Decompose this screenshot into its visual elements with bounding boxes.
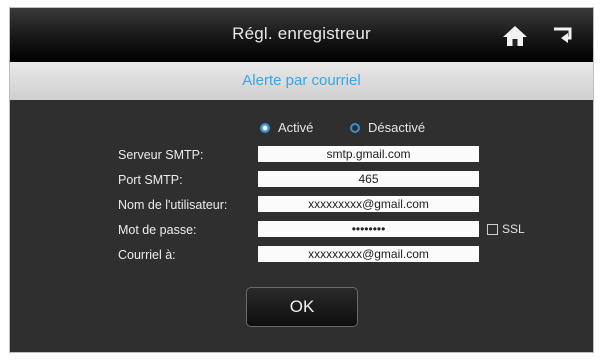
ssl-checkbox[interactable]: SSL [487, 222, 525, 236]
home-button[interactable] [500, 23, 530, 49]
username-input[interactable]: xxxxxxxxx@gmail.com [258, 196, 479, 212]
return-icon [554, 27, 572, 43]
smtp-server-label: Serveur SMTP: [118, 148, 204, 162]
radio-disabled[interactable]: Désactivé [350, 120, 425, 135]
smtp-server-input[interactable]: smtp.gmail.com [258, 146, 479, 162]
email-to-label: Courriel à: [118, 248, 176, 262]
radio-disabled-label: Désactivé [368, 120, 426, 135]
radio-enabled-label: Activé [278, 120, 314, 135]
return-button[interactable] [548, 23, 578, 49]
ssl-label: SSL [502, 222, 525, 236]
smtp-port-input[interactable]: 465 [258, 171, 479, 187]
section-header: Alerte par courriel [10, 62, 593, 100]
radio-selected-icon [260, 123, 270, 133]
radio-unselected-icon [350, 123, 360, 133]
radio-enabled[interactable]: Activé [260, 120, 313, 135]
checkbox-icon [487, 224, 498, 235]
email-to-input[interactable]: xxxxxxxxx@gmail.com [258, 246, 479, 262]
title-bar: Régl. enregistreur [10, 8, 593, 62]
password-input[interactable]: •••••••• [258, 221, 479, 237]
password-label: Mot de passe: [118, 223, 197, 237]
ok-button[interactable]: OK [246, 287, 358, 327]
username-label: Nom de l'utilisateur: [118, 198, 228, 212]
smtp-port-label: Port SMTP: [118, 173, 183, 187]
section-title: Alerte par courriel [242, 72, 361, 89]
home-icon [503, 26, 527, 46]
